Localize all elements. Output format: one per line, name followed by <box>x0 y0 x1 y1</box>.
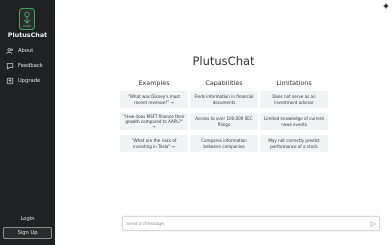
example-prompt-card[interactable]: "What was Disney's most recent revenue?"… <box>120 91 188 108</box>
column-heading: Capabilities <box>205 79 243 87</box>
limitations-column: Limitations Does not serve as an investm… <box>260 78 328 152</box>
users-icon <box>6 48 14 54</box>
login-button[interactable]: Login <box>0 216 55 222</box>
theme-toggle-icon[interactable] <box>383 3 389 9</box>
message-composer <box>122 216 380 231</box>
example-prompt-card[interactable]: "What are the risks of investing in Tesl… <box>120 135 188 152</box>
main-panel: PlutusChat Examples "What was Disney's m… <box>55 0 392 245</box>
message-input[interactable] <box>126 219 356 229</box>
example-prompt-card[interactable]: "How does MSFT finance their growth comp… <box>120 113 188 130</box>
sidebar-item-label: About <box>18 48 34 54</box>
limitation-card: Limited knowledge of current news events <box>260 113 328 130</box>
capabilities-column: Capabilities Finds information in financ… <box>190 78 258 152</box>
upgrade-icon <box>6 77 14 85</box>
capability-card: Compares information between companies <box>190 135 258 152</box>
capability-card: Access to over 100,000 SEC filings <box>190 113 258 130</box>
plutus-logo-icon <box>19 8 35 30</box>
send-icon[interactable] <box>370 221 376 227</box>
sidebar-item-upgrade[interactable]: Upgrade <box>6 76 40 86</box>
page-title: PlutusChat <box>192 54 255 68</box>
capability-card: Finds information in financial documents <box>190 91 258 108</box>
limitation-card: Does not serve as an investment advisor <box>260 91 328 108</box>
sidebar-item-label: Feedback <box>18 63 43 69</box>
sidebar-item-about[interactable]: About <box>6 46 33 56</box>
sidebar-item-label: Upgrade <box>18 78 41 84</box>
column-heading: Examples <box>138 79 170 87</box>
brand-name: PlutusChat <box>7 31 48 39</box>
signup-button[interactable]: Sign Up <box>3 227 52 239</box>
column-heading: Limitations <box>276 79 312 87</box>
limitation-card: May not correctly predict performance of… <box>260 135 328 152</box>
sidebar-item-feedback[interactable]: Feedback <box>6 61 43 71</box>
examples-column: Examples "What was Disney's most recent … <box>120 78 188 152</box>
chat-bubble-icon <box>6 63 14 70</box>
sidebar: PlutusChat About Feedback Upgrade Login … <box>0 0 55 245</box>
